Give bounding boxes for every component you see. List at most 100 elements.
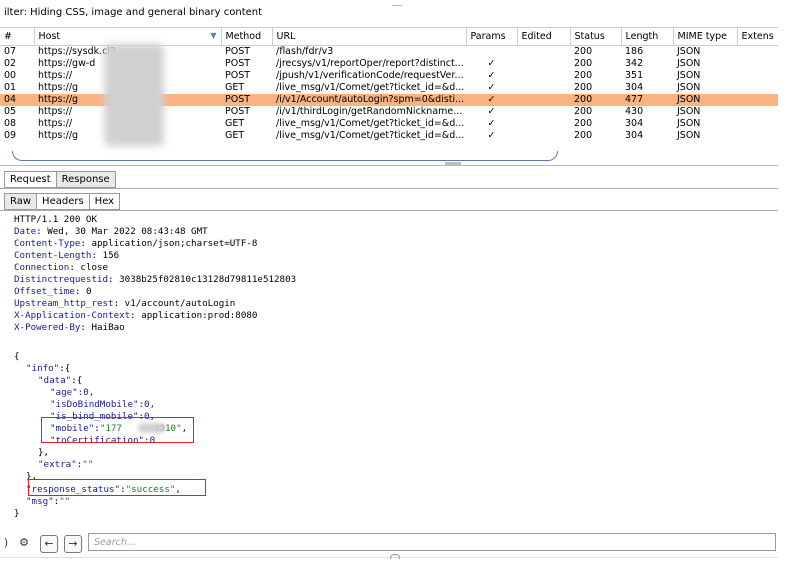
header-value: application:prod:8080 — [141, 310, 258, 321]
row-length: 186 — [625, 46, 644, 57]
json-age: "age":0, — [50, 387, 94, 399]
json-msg: "msg":"" — [26, 496, 71, 507]
search-input[interactable]: Search... — [88, 533, 776, 551]
filter-bar[interactable]: ilter: Hiding CSS, image and general bin… — [0, 0, 806, 26]
col-edited[interactable]: Edited — [517, 28, 571, 46]
json-key: "msg" — [26, 496, 54, 507]
row-url: /live_msg/v1/Comet/get?ticket_id=&d... — [276, 118, 465, 129]
header-name: Upstream_http_rest — [14, 298, 114, 309]
row-mime: JSON — [677, 82, 701, 93]
row-url: /jrecsys/v1/reportOper/report?distinct..… — [276, 58, 464, 69]
row-url: /live_msg/v1/Comet/get?ticket_id=&d... — [276, 130, 465, 141]
col-host[interactable]: Host ▼ — [34, 28, 222, 46]
row-num: 02 — [4, 58, 17, 69]
header-line: Content-Length: 156 — [14, 250, 120, 261]
resize-handle[interactable] — [390, 554, 400, 559]
json-open: { — [14, 351, 20, 362]
header-line: Offset_time: 0 — [14, 286, 92, 297]
json-punct: :{ — [59, 363, 71, 374]
row-status: 200 — [574, 70, 593, 81]
row-ext — [737, 106, 778, 118]
header-name: Offset_time — [14, 286, 75, 297]
header-line: X-Application-Context: application:prod:… — [14, 310, 258, 321]
row-url: /i/v1/Account/autoLogin?spm=0&disti... — [272, 94, 466, 106]
row-edited — [517, 70, 570, 82]
header-value: 0 — [85, 286, 92, 297]
header-name: Content-Type — [14, 238, 81, 249]
tab-raw[interactable]: Raw — [4, 193, 38, 210]
row-edited — [517, 106, 570, 118]
json-data: "data":{ — [38, 375, 82, 387]
row-ext — [737, 70, 778, 82]
bottom-divider — [0, 557, 778, 558]
row-method: POST — [225, 106, 251, 117]
view-tabs: Raw Headers Hex — [4, 193, 121, 210]
row-mime: JSON — [677, 46, 701, 57]
row-length: 477 — [621, 94, 673, 106]
row-mime: JSON — [677, 58, 701, 69]
row-params: ✓ — [487, 82, 496, 93]
tab-hex[interactable]: Hex — [88, 193, 121, 210]
back-arrow-icon[interactable]: ← — [40, 535, 58, 553]
row-num: 00 — [4, 70, 17, 81]
row-ext — [737, 58, 778, 70]
tab-request[interactable]: Request — [4, 171, 57, 188]
header-value: 156 — [102, 250, 120, 261]
header-value: application/json;charset=UTF-8 — [91, 238, 258, 249]
col-url[interactable]: URL — [272, 28, 467, 46]
header-name: Distinctrequestid — [14, 274, 109, 285]
table-header: # Host ▼ Method URL Params Edited Status … — [0, 28, 778, 46]
row-length: 351 — [625, 70, 644, 81]
tab-headers[interactable]: Headers — [36, 193, 90, 210]
tab-response[interactable]: Response — [55, 171, 116, 188]
row-params: ✓ — [487, 70, 496, 81]
response-editor[interactable]: HTTP/1.1 200 OK Date: Wed, 30 Mar 2022 0… — [0, 211, 778, 531]
filter-text: ilter: Hiding CSS, image and general bin… — [4, 7, 263, 18]
row-status: 200 — [570, 94, 621, 106]
header-value: v1/account/autoLogin — [124, 298, 236, 309]
col-params[interactable]: Params — [466, 28, 518, 46]
row-ext — [737, 82, 778, 94]
col-mime[interactable]: MIME type — [673, 28, 738, 46]
header-line: X-Powered-By: HaiBao — [14, 322, 125, 333]
horizontal-scrollbar[interactable] — [12, 151, 558, 161]
request-response-tabs: Request Response — [4, 171, 116, 188]
settings-icon[interactable]: ⚙ — [16, 535, 32, 551]
row-method: GET — [225, 118, 245, 129]
row-method: POST — [225, 58, 251, 69]
header-name: Connection — [14, 262, 70, 273]
col-status[interactable]: Status — [570, 28, 622, 46]
row-num: 01 — [4, 82, 17, 93]
col-length[interactable]: Length — [621, 28, 674, 46]
col-num[interactable]: # — [0, 28, 35, 46]
highlight-mobile-box — [41, 417, 194, 443]
row-url: /i/v1/thirdLogin/getRandomNickname... — [276, 106, 463, 117]
col-method[interactable]: Method — [221, 28, 273, 46]
json-value: :0, — [138, 399, 156, 410]
row-method: GET — [225, 82, 245, 93]
row-status: 200 — [574, 130, 593, 141]
status-line: HTTP/1.1 200 OK — [14, 214, 97, 225]
json-key: "isDoBindMobile" — [50, 399, 139, 410]
col-extension[interactable]: Extens — [737, 28, 778, 46]
header-value: close — [80, 262, 109, 273]
header-line: Upstream_http_rest: v1/account/autoLogin — [14, 298, 236, 309]
col-host-label: Host — [38, 31, 61, 42]
bottom-toolbar: ) ⚙ ← → Search... — [0, 532, 778, 554]
help-icon[interactable]: ) — [0, 535, 12, 551]
header-name: Content-Length — [14, 250, 92, 261]
header-line: Connection: close — [14, 262, 109, 273]
row-mime: JSON — [673, 94, 737, 106]
row-mime: JSON — [677, 70, 701, 81]
header-name: X-Powered-By — [14, 322, 81, 333]
row-num: 04 — [0, 94, 34, 106]
row-method: POST — [225, 46, 251, 57]
top-divider — [392, 5, 402, 6]
row-length: 430 — [625, 106, 644, 117]
row-ext — [737, 46, 778, 59]
row-edited — [517, 58, 570, 70]
forward-arrow-icon[interactable]: → — [64, 535, 82, 553]
row-params: ✓ — [487, 106, 496, 117]
redaction-blur — [104, 44, 164, 146]
header-name: Date — [14, 226, 37, 237]
